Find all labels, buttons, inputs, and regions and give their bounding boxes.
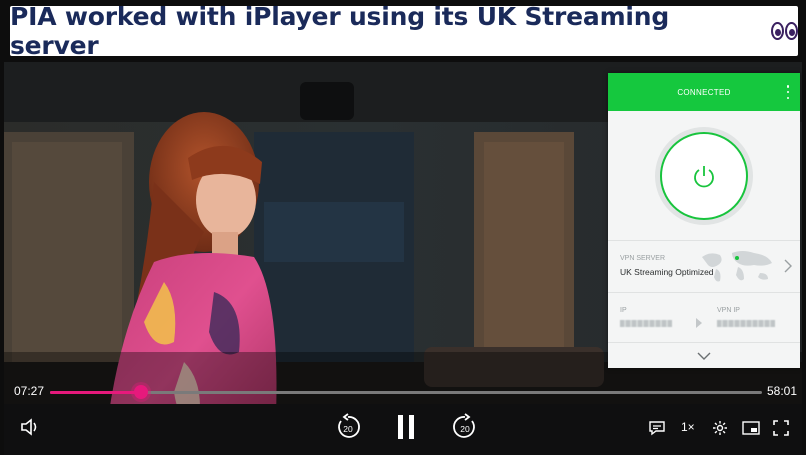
caption-text: PIA worked with iPlayer using its UK Str…: [10, 2, 670, 60]
vpn-panel: CONNECTED VPN SERVER UK Streaming Optimi…: [608, 73, 800, 368]
seek-bar-progress: [50, 391, 142, 394]
replay-20-label: 20: [343, 424, 353, 434]
replay-20-icon: 20: [338, 413, 360, 438]
chevron-right-icon: [784, 259, 792, 273]
caption-box: PIA worked with iPlayer using its UK Str…: [10, 2, 798, 60]
current-time: 07:27: [14, 384, 45, 398]
fullscreen-icon[interactable]: [773, 420, 789, 436]
picture-in-picture-icon[interactable]: [742, 420, 760, 436]
pause-icon: [398, 415, 414, 439]
gear-icon[interactable]: [712, 420, 728, 436]
arrow-right-icon: [696, 318, 702, 328]
pause-button[interactable]: [396, 413, 416, 441]
vpn-ip-row: IP VPN IP: [608, 293, 800, 343]
power-icon: [694, 166, 714, 188]
playback-speed-button[interactable]: 1×: [681, 420, 695, 434]
replay-20-button[interactable]: 20: [334, 413, 362, 441]
playback-speed-label: 1×: [681, 420, 695, 434]
caption-banner: PIA worked with iPlayer using its UK Str…: [0, 0, 806, 62]
kebab-menu-icon[interactable]: [786, 85, 790, 99]
ip-value-redacted: [620, 320, 672, 327]
vpn-server-row[interactable]: VPN SERVER UK Streaming Optimized: [608, 241, 800, 293]
forward-20-icon: 20: [453, 413, 475, 438]
ip-label: IP: [620, 307, 627, 314]
seek-bar[interactable]: [50, 385, 762, 399]
vpn-expand-button[interactable]: [608, 343, 800, 368]
forward-20-label: 20: [460, 424, 470, 434]
vpn-header: CONNECTED: [608, 73, 800, 111]
vpn-ip-value-redacted: [717, 320, 775, 327]
power-button-inner: [660, 132, 748, 220]
total-time: 58:01: [767, 384, 798, 398]
chevron-down-icon: [697, 352, 711, 360]
eyes-emoji-icon: [771, 22, 798, 40]
volume-icon[interactable]: [20, 418, 40, 436]
world-map-icon: [702, 251, 772, 282]
vpn-ip-label: VPN IP: [717, 307, 740, 314]
forward-20-button[interactable]: 20: [451, 413, 479, 441]
subtitles-icon[interactable]: [649, 420, 665, 436]
vpn-status: CONNECTED: [677, 87, 731, 97]
power-button[interactable]: [655, 127, 753, 225]
vpn-power-area: [608, 111, 800, 241]
vpn-server-label: VPN SERVER: [620, 255, 665, 262]
